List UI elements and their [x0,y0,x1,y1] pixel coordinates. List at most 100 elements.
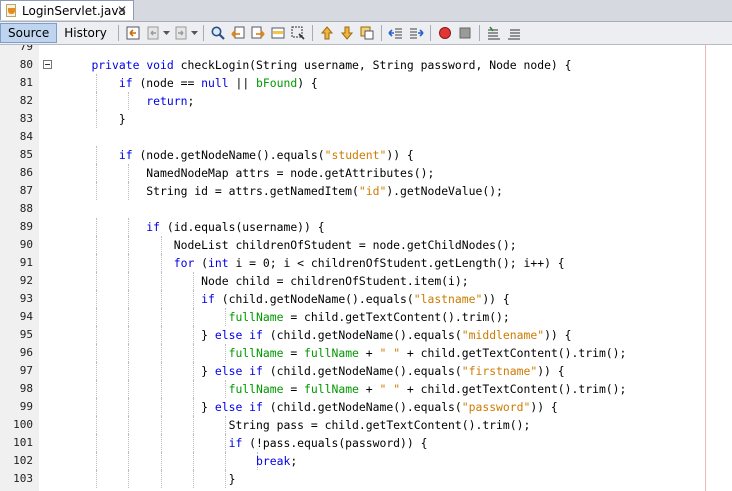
line-number: 80 [19,58,33,71]
line-number: 89 [19,220,33,233]
line-number: 84 [19,130,33,143]
code-line[interactable]: 89 if (id.equals(username)) { [0,218,732,236]
code-line[interactable]: 79 [0,45,732,56]
close-tab-icon[interactable]: ✕ [115,3,129,17]
code-text: if (node.getNodeName().equals("student")… [118,148,414,162]
code-line[interactable]: 97 } else if (child.getNodeName().equals… [0,362,732,380]
code-line[interactable]: 96 fullName = fullName + " " + child.get… [0,344,732,362]
code-line[interactable]: 90 NodeList childrenOfStudent = node.get… [0,236,732,254]
toolbar-separator [429,25,431,41]
code-line[interactable]: 103 } [0,470,732,488]
toolbar-separator [311,25,313,41]
comment-icon[interactable] [484,23,504,43]
code-line[interactable]: 87 String id = attrs.getNamedItem("id").… [0,182,732,200]
code-line[interactable]: 101 if (!pass.equals(password)) { [0,434,732,452]
code-area[interactable]: 79 80 private void checkLogin(String user… [0,45,732,488]
code-text: for (int i = 0; i < childrenOfStudent.ge… [173,256,565,270]
line-number: 83 [19,112,33,125]
find-selection-icon[interactable] [288,23,308,43]
code-text: fullName = fullName + " " + child.getTex… [228,382,627,396]
code-text: if (node == null || bFound) { [118,76,318,90]
code-text: break; [256,454,298,468]
toggle-highlight-icon[interactable] [268,23,288,43]
line-number: 98 [19,382,33,395]
code-line[interactable]: 92 Node child = childrenOfStudent.item(i… [0,272,732,290]
shift-right-icon[interactable] [406,23,426,43]
back-icon[interactable] [143,23,163,43]
find-next-icon[interactable] [248,23,268,43]
toggle-bookmark-icon[interactable] [357,23,377,43]
code-text: if (child.getNodeName().equals("lastname… [201,292,510,306]
line-number: 94 [19,310,33,323]
code-text: } [64,472,236,486]
next-bookmark-icon[interactable] [337,23,357,43]
shift-left-icon[interactable] [386,23,406,43]
find-previous-icon[interactable] [228,23,248,43]
code-line[interactable]: 98 fullName = fullName + " " + child.get… [0,380,732,398]
line-number: 95 [19,328,33,341]
code-line[interactable]: 102 break; [0,452,732,470]
source-view-button[interactable]: Source [0,23,58,43]
line-number: 101 [13,436,33,449]
stop-macro-icon[interactable] [455,23,475,43]
code-line[interactable]: 84 [0,128,732,146]
chevron-down-icon[interactable] [191,23,199,43]
line-number: 92 [19,274,33,287]
code-line[interactable]: 86 NamedNodeMap attrs = node.getAttribut… [0,164,732,182]
previous-bookmark-icon[interactable] [317,23,337,43]
code-text: fullName = fullName + " " + child.getTex… [228,346,627,360]
uncomment-icon[interactable] [504,23,524,43]
java-file-icon [6,3,18,18]
toolbar-separator [380,25,382,41]
code-line[interactable]: 82 return; [0,92,732,110]
toolbar-separator [202,25,204,41]
toolbar-separator [478,25,480,41]
line-number: 90 [19,238,33,251]
last-edit-icon[interactable] [123,23,143,43]
code-text: if (id.equals(username)) { [146,220,325,234]
line-number: 93 [19,292,33,305]
code-line[interactable]: 93 if (child.getNodeName().equals("lastn… [0,290,732,308]
code-text: Node child = childrenOfStudent.item(i); [64,274,469,288]
code-text: String pass = child.getTextContent().tri… [64,418,531,432]
code-text: private void checkLogin(String username,… [91,58,572,72]
line-number: 85 [19,148,33,161]
line-number: 79 [19,45,33,53]
code-text: if (!pass.equals(password)) { [228,436,428,450]
line-number: 97 [19,364,33,377]
editor-toolbar: Source History [0,22,732,45]
code-line[interactable]: 80 private void checkLogin(String userna… [0,56,732,74]
line-number: 81 [19,76,33,89]
chevron-down-icon[interactable] [163,23,171,43]
code-line[interactable]: 95 } else if (child.getNodeName().equals… [0,326,732,344]
file-tab-loginservlet[interactable]: LoginServlet.java ✕ [0,0,134,20]
code-line[interactable]: 91 for (int i = 0; i < childrenOfStudent… [0,254,732,272]
code-text: } else if (child.getNodeName().equals("p… [64,400,558,414]
code-line[interactable]: 81 if (node == null || bFound) { [0,74,732,92]
line-number: 86 [19,166,33,179]
start-macro-icon[interactable] [435,23,455,43]
code-text: } else if (child.getNodeName().equals("m… [64,328,572,342]
code-line[interactable]: 100 String pass = child.getTextContent()… [0,416,732,434]
code-editor[interactable]: 79 80 private void checkLogin(String user… [0,45,732,491]
line-number: 87 [19,184,33,197]
code-line[interactable]: 94 fullName = child.getTextContent().tri… [0,308,732,326]
code-line[interactable]: 83 } [0,110,732,128]
toolbar-separator [117,25,119,41]
find-icon[interactable] [208,23,228,43]
code-text: fullName = child.getTextContent().trim()… [228,310,510,324]
code-text: NodeList childrenOfStudent = node.getChi… [64,238,517,252]
code-line[interactable]: 85 if (node.getNodeName().equals("studen… [0,146,732,164]
code-text: String id = attrs.getNamedItem("id").get… [64,184,503,198]
line-number: 99 [19,400,33,413]
history-view-button[interactable]: History [57,23,114,43]
line-number: 88 [19,202,33,215]
editor-tab-bar: LoginServlet.java ✕ [0,0,732,22]
line-number: 103 [13,472,33,485]
forward-icon[interactable] [171,23,191,43]
code-line[interactable]: 88 [0,200,732,218]
code-line[interactable]: 99 } else if (child.getNodeName().equals… [0,398,732,416]
fold-collapse-icon[interactable] [43,60,52,69]
code-text: return; [146,94,195,108]
file-tab-title: LoginServlet.java [22,3,126,18]
